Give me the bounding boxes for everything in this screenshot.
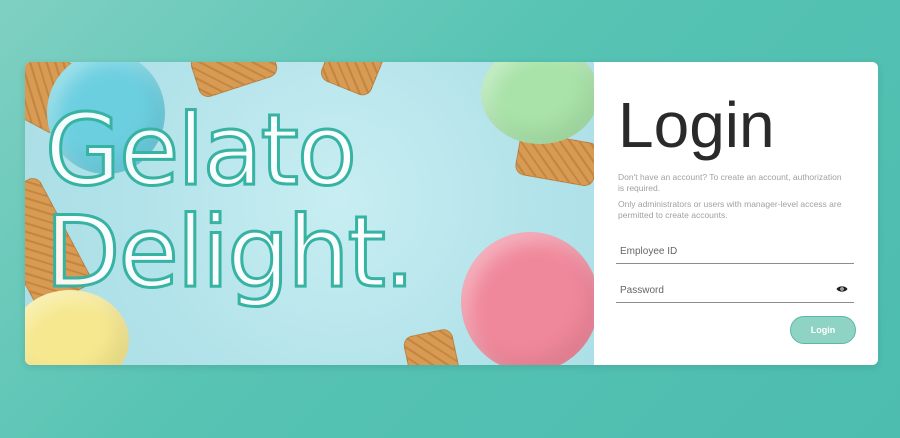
eye-icon[interactable] <box>836 285 848 293</box>
page-title: Login <box>618 89 775 161</box>
password-field <box>616 278 854 303</box>
login-button[interactable]: Login <box>790 316 856 344</box>
hero-title: Gelato Delight. <box>43 99 416 306</box>
login-panel: Login Don't have an account? To create a… <box>594 62 878 365</box>
employee-id-input[interactable] <box>616 239 830 263</box>
hero-image: Gelato Delight. <box>25 62 594 365</box>
hero-title-line-2: Delight. <box>43 196 416 310</box>
employee-id-field <box>616 239 854 264</box>
pink-scoop-decoration <box>461 232 594 365</box>
password-input[interactable] <box>616 278 830 302</box>
account-permissions-note: Only administrators or users with manage… <box>618 199 842 220</box>
login-card: Gelato Delight. Login Don't have an acco… <box>25 62 878 365</box>
account-requirements-note: Don't have an account? To create an acco… <box>618 172 842 193</box>
hero-title-line-1: Gelato <box>44 94 359 208</box>
